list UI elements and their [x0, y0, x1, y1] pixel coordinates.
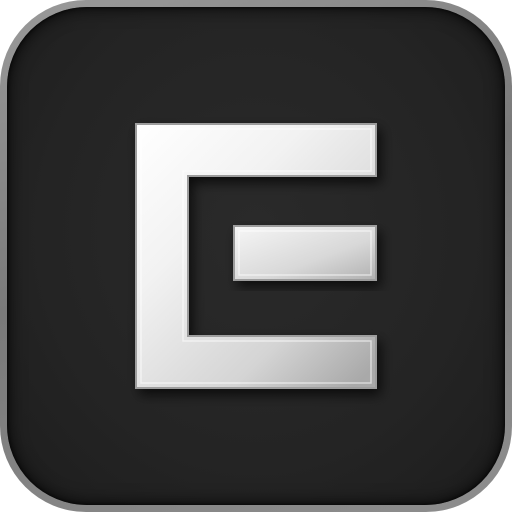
logo-e-middle-bar: [233, 225, 377, 281]
letter-e-logo-icon: [135, 123, 377, 389]
app-icon-frame: [0, 0, 512, 512]
app-icon-tile: [7, 7, 505, 505]
